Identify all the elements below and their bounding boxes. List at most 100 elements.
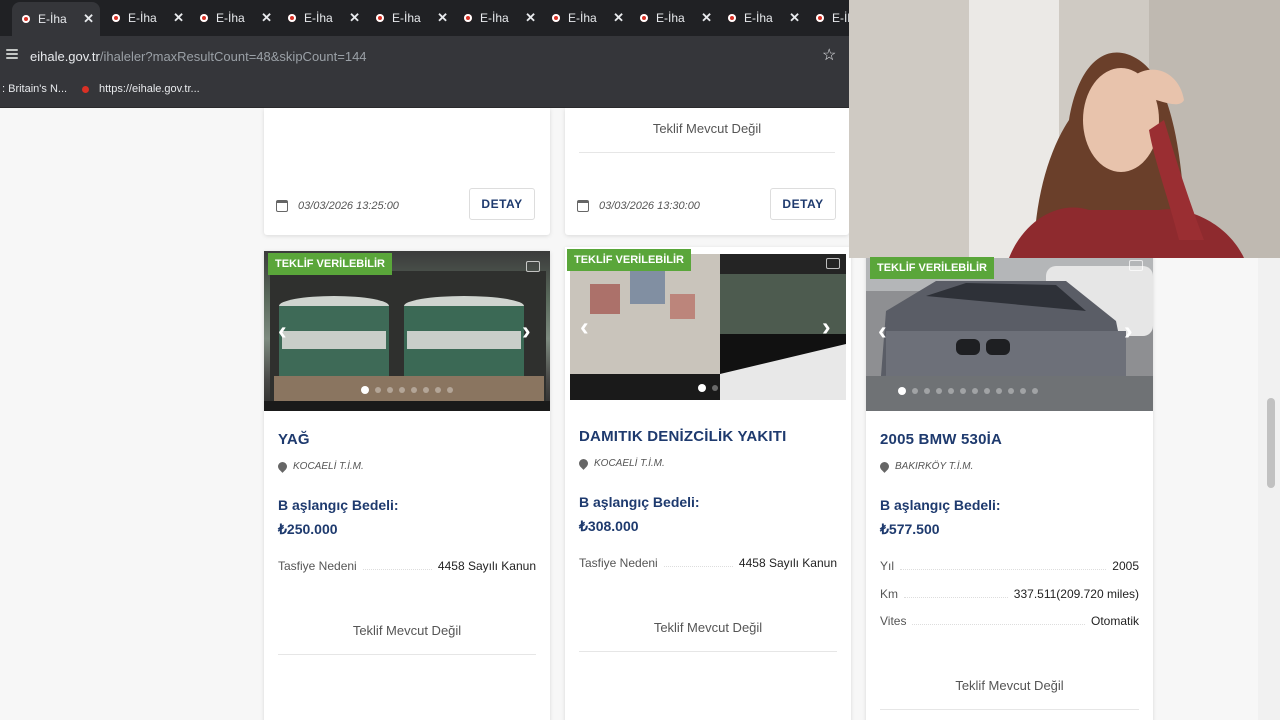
carousel-dot[interactable]	[698, 384, 706, 392]
browser-tab[interactable]: E-İha ✕	[718, 4, 806, 32]
webcam-overlay	[849, 0, 1280, 258]
carousel-indicators[interactable]	[264, 386, 550, 394]
location-pin-icon	[878, 460, 891, 473]
video-icon[interactable]	[1129, 260, 1143, 271]
carousel-dot[interactable]	[399, 387, 405, 393]
spec-value: Otomatik	[1090, 614, 1139, 628]
tab-title: E-İha	[128, 11, 157, 25]
browser-tab[interactable]: E-İha ✕	[12, 2, 100, 36]
carousel-dot[interactable]	[1032, 388, 1038, 394]
spec-value: 337.511(209.720 miles)	[1013, 587, 1139, 601]
listing-location: KOCAELİ T.İ.M.	[276, 460, 364, 473]
carousel-next-icon[interactable]: ›	[1124, 316, 1133, 347]
carousel-dot[interactable]	[361, 386, 369, 394]
detail-button[interactable]: DETAY	[469, 188, 535, 220]
tab-title: E-İha	[568, 11, 597, 25]
date-text: 03/03/2026 13:30:00	[599, 200, 700, 212]
carousel-prev-icon[interactable]: ‹	[278, 316, 287, 347]
location-pin-icon	[577, 457, 590, 470]
close-icon[interactable]: ✕	[83, 11, 94, 27]
tab-title: E-İha	[392, 11, 421, 25]
spec-key: Tasfiye Nedeni	[579, 556, 658, 570]
browser-tab[interactable]: E-İha ✕	[542, 4, 630, 32]
spec-value: 4458 Sayılı Kanun	[738, 556, 837, 570]
carousel-dot[interactable]	[912, 388, 918, 394]
listing-card[interactable]: ‹ › TEKLİF VERİLEBİLİR 2005 BMW 530İA BA…	[866, 251, 1153, 720]
favicon-icon	[552, 14, 560, 22]
carousel-dot[interactable]	[898, 387, 906, 395]
carousel-dot[interactable]	[1008, 388, 1014, 394]
offer-allowed-badge: TEKLİF VERİLEBİLİR	[268, 253, 392, 275]
carousel-dot[interactable]	[435, 387, 441, 393]
calendar-icon	[276, 200, 288, 212]
listing-image-carousel[interactable]: ‹ ›	[570, 254, 846, 400]
video-icon[interactable]	[526, 261, 540, 272]
detail-button[interactable]: DETAY	[770, 188, 836, 220]
listing-title[interactable]: YAĞ	[278, 431, 310, 448]
divider	[278, 654, 536, 655]
site-settings-icon[interactable]	[6, 49, 18, 59]
browser-tab[interactable]: E-İha ✕	[366, 4, 454, 32]
carousel-dot[interactable]	[387, 387, 393, 393]
listing-title[interactable]: DAMITIK DENİZCİLİK YAKITI	[579, 428, 787, 445]
url-field[interactable]: eihale.gov.tr/ihaleler?maxResultCount=48…	[30, 49, 367, 64]
listing-card[interactable]: TEKLİF VERİLEBİLİR ‹ › YAĞ KOCAELİ T.İ.M…	[264, 251, 550, 720]
close-icon[interactable]: ✕	[437, 10, 448, 26]
offer-status: Teklif Mevcut Değil	[955, 678, 1064, 693]
browser-tab[interactable]: E-İha ✕	[278, 4, 366, 32]
bookmarks-bar: : Britain's N... https://eihale.gov.tr..…	[0, 72, 849, 108]
tab-title: E-İha	[480, 11, 509, 25]
browser-tab[interactable]: E-İh	[806, 4, 849, 32]
bookmark-item[interactable]: https://eihale.gov.tr...	[82, 83, 200, 95]
close-icon[interactable]: ✕	[173, 10, 184, 26]
listing-location: BAKIRKÖY T.İ.M.	[878, 460, 973, 473]
tab-title: E-İha	[216, 11, 245, 25]
carousel-indicators[interactable]	[570, 384, 846, 392]
carousel-dot[interactable]	[712, 385, 718, 391]
offer-status: Teklif Mevcut Değil	[352, 623, 462, 638]
close-icon[interactable]: ✕	[701, 10, 712, 26]
close-icon[interactable]: ✕	[613, 10, 624, 26]
carousel-dot[interactable]	[423, 387, 429, 393]
carousel-dot[interactable]	[936, 388, 942, 394]
carousel-indicators[interactable]	[866, 387, 1153, 395]
address-bar[interactable]: eihale.gov.tr/ihaleler?maxResultCount=48…	[0, 36, 849, 72]
carousel-dot[interactable]	[960, 388, 966, 394]
carousel-dot[interactable]	[996, 388, 1002, 394]
browser-tab[interactable]: E-İha ✕	[454, 4, 542, 32]
carousel-dot[interactable]	[984, 388, 990, 394]
carousel-dot[interactable]	[375, 387, 381, 393]
browser-tab[interactable]: E-İha ✕	[190, 4, 278, 32]
listing-image-carousel[interactable]: TEKLİF VERİLEBİLİR ‹ ›	[264, 251, 550, 411]
browser-tab[interactable]: E-İha ✕	[102, 4, 190, 32]
close-icon[interactable]: ✕	[261, 10, 272, 26]
location-text: KOCAELİ T.İ.M.	[293, 461, 364, 472]
spec-key: Yıl	[880, 559, 895, 573]
spec-key: Km	[880, 587, 898, 601]
carousel-dot[interactable]	[972, 388, 978, 394]
carousel-dot[interactable]	[1020, 388, 1026, 394]
location-pin-icon	[276, 460, 289, 473]
bookmark-item[interactable]: : Britain's N...	[2, 83, 67, 95]
favicon-icon	[640, 14, 648, 22]
tab-title: E-İha	[304, 11, 333, 25]
carousel-dot[interactable]	[924, 388, 930, 394]
carousel-prev-icon[interactable]: ‹	[580, 312, 589, 343]
carousel-dot[interactable]	[948, 388, 954, 394]
carousel-next-icon[interactable]: ›	[822, 312, 831, 343]
carousel-dot[interactable]	[411, 387, 417, 393]
bookmark-star-icon[interactable]: ☆	[822, 45, 836, 65]
browser-tab[interactable]: E-İha ✕	[630, 4, 718, 32]
favicon-icon	[200, 14, 208, 22]
scroll-thumb[interactable]	[1267, 398, 1275, 488]
video-icon[interactable]	[826, 258, 840, 269]
offer-status: Teklif Mevcut Değil	[653, 620, 763, 635]
listing-card[interactable]: ‹ › TEKLİF VERİLEBİLİR DAMITIK DENİZCİLİ…	[565, 247, 851, 720]
listing-title[interactable]: 2005 BMW 530İA	[880, 431, 1002, 448]
close-icon[interactable]: ✕	[349, 10, 360, 26]
carousel-next-icon[interactable]: ›	[522, 316, 531, 347]
close-icon[interactable]: ✕	[525, 10, 536, 26]
close-icon[interactable]: ✕	[789, 10, 800, 26]
carousel-dot[interactable]	[447, 387, 453, 393]
carousel-prev-icon[interactable]: ‹	[878, 316, 887, 347]
